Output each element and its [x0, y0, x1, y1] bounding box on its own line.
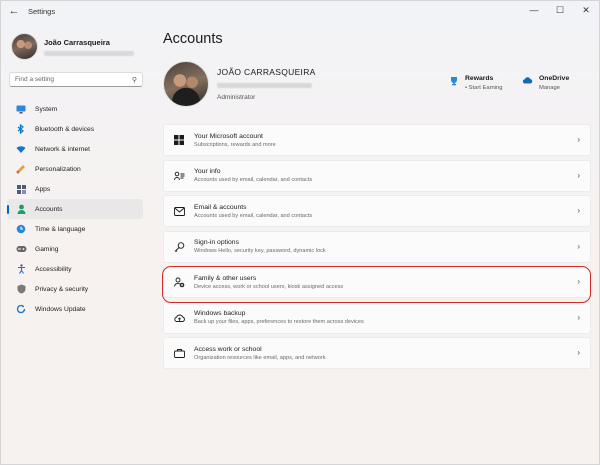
gamepad-icon: [15, 243, 27, 255]
globe-clock-icon: [15, 223, 27, 235]
apps-icon: [15, 183, 27, 195]
backup-icon: [173, 312, 185, 324]
card-family-other-users[interactable]: Family & other users Device access, work…: [163, 266, 591, 298]
sidebar-nav: System Bluetooth & devices Network & int…: [7, 99, 143, 319]
microsoft-logo-icon: [173, 134, 185, 146]
sidebar-item-accounts[interactable]: Accounts: [7, 199, 143, 219]
sidebar-item-bluetooth[interactable]: Bluetooth & devices: [7, 119, 143, 139]
page-title: Accounts: [163, 31, 223, 47]
app-title: Settings: [28, 6, 56, 16]
chevron-right-icon: ›: [577, 170, 580, 180]
monitor-icon: [15, 103, 27, 115]
card-windows-backup[interactable]: Windows backup Back up your files, apps,…: [163, 301, 591, 334]
chevron-right-icon: ›: [577, 135, 580, 144]
card-access-work-school[interactable]: Access work or school Organization resou…: [163, 337, 591, 369]
avatar: [11, 33, 38, 60]
trophy-icon: [449, 76, 459, 88]
accessibility-icon: [15, 263, 27, 275]
sidebar: João Carrasqueira Find a setting ⚲ Syste…: [1, 23, 151, 463]
account-hero: JOÃO CARRASQUEIRA Administrator: [163, 61, 316, 107]
rewards-title: Rewards: [465, 75, 494, 82]
window-controls: — ☐ ✕: [521, 1, 599, 19]
chevron-right-icon: ›: [577, 348, 580, 357]
card-email-accounts[interactable]: Email & accounts Accounts used by email,…: [163, 195, 591, 227]
sidebar-item-windows-update[interactable]: Windows Update: [7, 299, 143, 319]
wifi-icon: [15, 143, 27, 155]
cloud-icon: [522, 76, 533, 86]
onedrive-subtitle: Manage: [539, 85, 560, 91]
sidebar-profile[interactable]: João Carrasqueira: [11, 33, 134, 60]
rewards-subtitle: • Start Earning: [465, 85, 503, 91]
profile-name: João Carrasqueira: [44, 37, 110, 47]
sidebar-item-personalization[interactable]: Personalization: [7, 159, 143, 179]
maximize-button[interactable]: ☐: [547, 1, 573, 19]
account-email-redacted: [217, 83, 312, 88]
brush-icon: [15, 163, 27, 175]
card-microsoft-account[interactable]: Your Microsoft account Subscriptions, re…: [163, 124, 591, 156]
sidebar-item-privacy-security[interactable]: Privacy & security: [7, 279, 143, 299]
add-users-icon: [173, 276, 185, 288]
sidebar-item-network[interactable]: Network & internet: [7, 139, 143, 159]
person-card-icon: [173, 170, 185, 182]
card-sign-in-options[interactable]: Sign-in options Windows Hello, security …: [163, 230, 591, 263]
mail-icon: [173, 205, 185, 217]
onedrive-title: OneDrive: [539, 75, 570, 82]
key-icon: [173, 241, 185, 253]
sidebar-item-system[interactable]: System: [7, 99, 143, 119]
update-icon: [15, 303, 27, 315]
search-input[interactable]: Find a setting ⚲: [9, 72, 143, 87]
briefcase-icon: [173, 347, 185, 359]
person-icon: [15, 203, 27, 215]
chevron-right-icon: ›: [577, 241, 580, 251]
close-button[interactable]: ✕: [573, 1, 599, 19]
search-icon[interactable]: ⚲: [132, 76, 137, 84]
avatar: [163, 61, 209, 107]
sidebar-item-apps[interactable]: Apps: [7, 179, 143, 199]
bluetooth-icon: [15, 123, 27, 135]
account-name: JOÃO CARRASQUEIRA: [217, 67, 316, 77]
chevron-right-icon: ›: [577, 277, 580, 286]
profile-email-redacted: [44, 50, 134, 56]
sidebar-item-gaming[interactable]: Gaming: [7, 239, 143, 259]
settings-window: ← Settings — ☐ ✕ João Carrasqueira Find …: [0, 0, 600, 465]
back-arrow-icon[interactable]: ←: [4, 1, 24, 21]
account-role: Administrator: [217, 94, 256, 101]
sidebar-item-time-language[interactable]: Time & language: [7, 219, 143, 239]
rewards-link[interactable]: Rewards • Start Earning: [449, 75, 502, 91]
settings-card-list: Your Microsoft account Subscriptions, re…: [163, 124, 591, 373]
sidebar-item-accessibility[interactable]: Accessibility: [7, 259, 143, 279]
minimize-button[interactable]: —: [521, 1, 547, 19]
onedrive-link[interactable]: OneDrive Manage: [522, 75, 569, 91]
chevron-right-icon: ›: [577, 206, 580, 215]
shield-icon: [15, 283, 27, 295]
chevron-right-icon: ›: [577, 312, 580, 322]
title-bar: ← Settings — ☐ ✕: [1, 1, 599, 21]
search-placeholder: Find a setting: [15, 76, 55, 83]
card-your-info[interactable]: Your info Accounts used by email, calend…: [163, 159, 591, 192]
